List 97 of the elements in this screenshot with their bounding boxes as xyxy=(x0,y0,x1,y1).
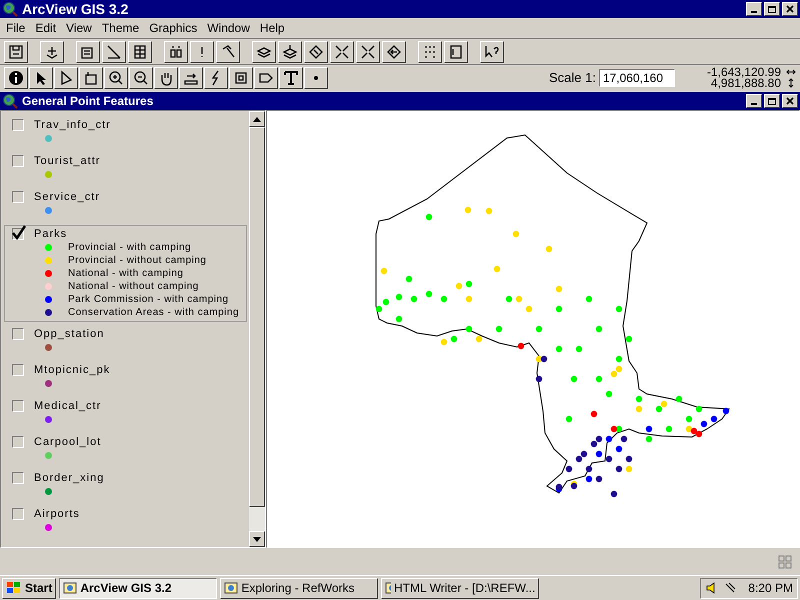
text-tool-icon[interactable] xyxy=(279,66,303,88)
taskbar-button[interactable]: ArcView GIS 3.2 xyxy=(59,578,218,598)
globe-icon xyxy=(2,93,18,109)
info-icon[interactable] xyxy=(4,66,28,88)
legend-entry[interactable]: Parks Provincial - with camping Provincial - without camping National - with camping National - without camping Park Commission - with camping Conservation Areas - with camping xyxy=(4,225,247,322)
window-icon xyxy=(63,581,78,595)
y-coordinate: 4,981,888.80 xyxy=(710,78,781,88)
selection-grid-icon[interactable] xyxy=(229,66,253,88)
layer-name: Carpool_lot xyxy=(34,434,102,450)
class-label: Park Commission - with camping xyxy=(68,293,229,307)
legend-entry[interactable]: Service_ctr xyxy=(4,189,247,225)
menu-item[interactable]: Help xyxy=(256,19,289,37)
close-button[interactable] xyxy=(782,94,798,108)
window-icon xyxy=(224,581,238,595)
layer-name: Airports xyxy=(34,506,80,522)
restore-button[interactable] xyxy=(764,2,780,16)
windows-logo-icon xyxy=(6,581,22,595)
select-box-icon[interactable] xyxy=(79,66,103,88)
legend-entry[interactable]: Mtopicnic_pk xyxy=(4,362,247,398)
menu-item[interactable]: View xyxy=(62,19,96,37)
vertical-scrollbar[interactable] xyxy=(249,111,265,547)
legend-entry[interactable]: Medical_ctr xyxy=(4,398,247,434)
pointer-icon[interactable] xyxy=(29,66,53,88)
clock: 8:20 PM xyxy=(748,580,793,597)
layer-checkbox[interactable] xyxy=(12,119,24,131)
x-coordinate: -1,643,120.99 xyxy=(706,66,781,78)
window-title: ArcView GIS 3.2 xyxy=(22,0,130,18)
shrink-arrows-icon[interactable] xyxy=(330,40,354,62)
layer-checkbox[interactable] xyxy=(12,436,24,448)
down-arrow-icon xyxy=(253,536,261,542)
layer-name: Trav_info_ctr xyxy=(34,118,111,133)
layer-name: Mtopicnic_pk xyxy=(34,362,110,378)
legend-entry[interactable]: Trav_info_ctr xyxy=(4,117,247,153)
measure-icon[interactable] xyxy=(179,66,203,88)
zoom-in-icon[interactable] xyxy=(104,66,128,88)
scale-label: Scale 1: xyxy=(548,68,596,87)
minimize-button[interactable] xyxy=(746,2,762,16)
restore-button[interactable] xyxy=(764,94,780,108)
close-button[interactable] xyxy=(782,2,798,16)
menu-item[interactable]: File xyxy=(2,19,30,37)
vertex-pointer-icon[interactable] xyxy=(54,66,78,88)
window-icon xyxy=(385,581,392,595)
expand-arrows-icon[interactable] xyxy=(356,40,380,62)
horizontal-arrow-icon xyxy=(786,68,796,76)
legend-entry[interactable]: Tourist_attr xyxy=(4,153,247,189)
layer-name: Border_xing xyxy=(34,470,104,486)
globe-icon xyxy=(2,1,18,17)
view-title: General Point Features xyxy=(22,93,154,110)
close-icon xyxy=(786,5,794,13)
start-button[interactable]: Start xyxy=(2,578,56,598)
close-icon xyxy=(786,97,794,105)
tile-windows-icon xyxy=(778,554,792,568)
layer-checkbox[interactable] xyxy=(12,508,24,520)
layer-name: Service_ctr xyxy=(34,190,100,205)
layer-name: Medical_ctr xyxy=(34,398,102,414)
layer-checkbox[interactable] xyxy=(12,364,24,376)
lightning-icon[interactable] xyxy=(204,66,228,88)
layer-checkbox[interactable] xyxy=(12,400,24,412)
table-icon[interactable] xyxy=(128,40,152,62)
menu-item[interactable]: Window xyxy=(203,19,254,37)
class-label: Provincial - without camping xyxy=(68,254,206,268)
menu-item[interactable]: Edit xyxy=(31,19,60,37)
help-pointer-icon[interactable] xyxy=(480,40,504,62)
layer-checkbox[interactable] xyxy=(12,155,24,167)
layer-name: Opp_station xyxy=(34,326,104,342)
layer-checkbox[interactable] xyxy=(12,472,24,484)
pan-hand-icon[interactable] xyxy=(154,66,178,88)
minimize-button[interactable] xyxy=(746,94,762,108)
class-label: Provincial - with camping xyxy=(68,241,192,255)
legend-entry[interactable]: Carpool_lot xyxy=(4,434,247,470)
binoculars-icon[interactable] xyxy=(164,40,188,62)
menu-item[interactable]: Theme xyxy=(98,19,144,37)
scale-field[interactable]: 17,060,160 xyxy=(598,68,675,86)
legend-entry[interactable]: Border_xing xyxy=(4,470,247,506)
layers-icon[interactable] xyxy=(252,40,276,62)
layout-icon[interactable] xyxy=(444,40,468,62)
class-label: National - without camping xyxy=(68,280,199,294)
taskbar-button[interactable]: Exploring - RefWorks xyxy=(220,578,378,598)
up-arrow-icon xyxy=(253,116,261,122)
layer-checkbox[interactable] xyxy=(12,191,24,203)
grid-icon[interactable] xyxy=(418,40,442,62)
taskbar-button[interactable]: HTML Writer - [D:\REFW... xyxy=(381,578,540,598)
class-label: National - with camping xyxy=(68,267,184,281)
layer-checkbox[interactable] xyxy=(12,228,24,240)
layer-name: Tourist_attr xyxy=(34,154,100,169)
legend-entry[interactable]: Opp_station xyxy=(4,326,247,362)
zoom-out-icon[interactable] xyxy=(129,66,153,88)
point-tool-icon[interactable] xyxy=(304,66,328,88)
label-icon[interactable] xyxy=(254,66,278,88)
layer-checkbox[interactable] xyxy=(12,328,24,340)
menu-item[interactable]: Graphics xyxy=(145,19,202,37)
layer-name: Parks xyxy=(34,226,68,242)
vertical-arrow-icon xyxy=(786,78,796,88)
save-icon[interactable] xyxy=(4,40,28,62)
layers-icon[interactable] xyxy=(278,40,302,62)
class-label: Conservation Areas - with camping xyxy=(68,306,240,320)
legend-entry[interactable]: Airports xyxy=(4,506,247,542)
